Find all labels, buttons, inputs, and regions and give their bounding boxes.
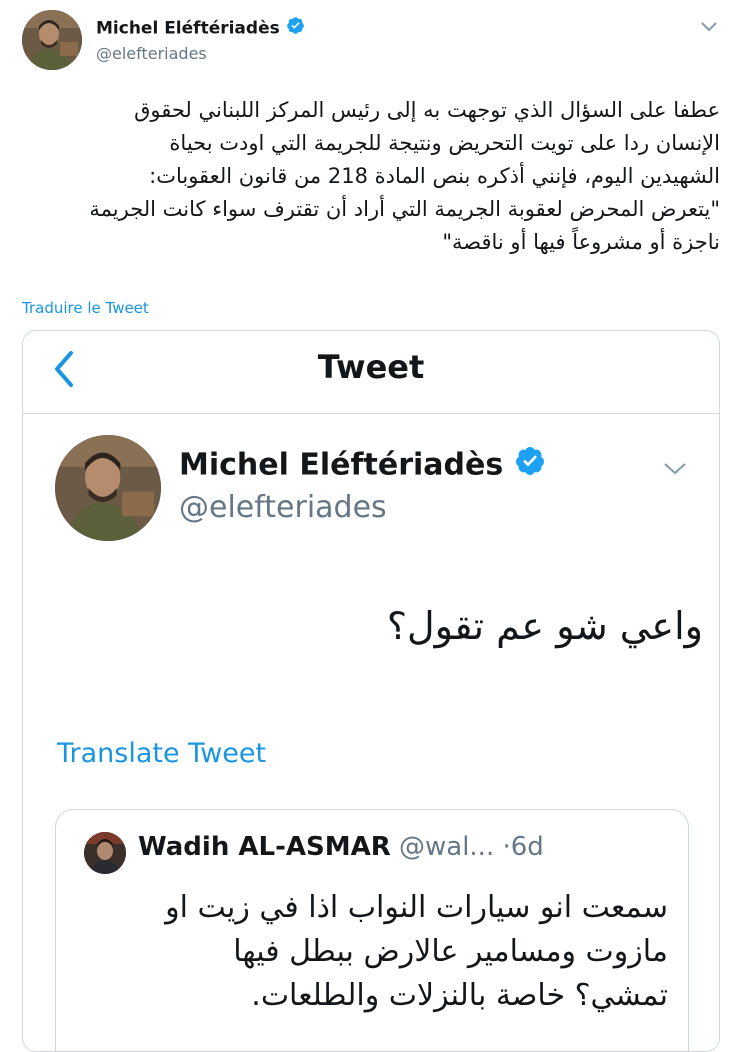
screenshot-header-title: Tweet (317, 348, 425, 386)
inner-translate-tweet-link[interactable]: Translate Tweet (57, 737, 266, 771)
tweet-body-line: عطفا على السؤال الذي توجهت به إلى رئيس ا… (134, 98, 720, 122)
tweet-body-line: ناجزة أو مشروعاً فيها أو ناقصة" (442, 230, 720, 254)
inner-tweet-body: واعي شو عم تقول؟ (386, 604, 703, 648)
screenshot-header: Tweet (23, 331, 719, 413)
tweet-body-line: "يتعرض المحرض لعقوبة الجريمة التي أراد أ… (89, 197, 720, 221)
author-name[interactable]: Michel Eléftériadès (96, 16, 305, 41)
inner-author-avatar[interactable] (55, 435, 161, 541)
tweet-body-line: الإنسان ردا على تويت التحريض ونتيجة للجر… (169, 131, 720, 155)
verified-badge-icon (514, 445, 546, 487)
author-avatar[interactable] (22, 10, 82, 70)
verified-badge-icon (286, 16, 305, 41)
author-name-text[interactable]: Michel Eléftériadès (96, 19, 280, 39)
inner-author-name-text[interactable]: Michel Eléftériadès (179, 448, 503, 483)
tweet-body: عطفا على السؤال الذي توجهت به إلى رئيس ا… (20, 94, 720, 259)
quoted-header: Wadih AL-ASMAR @wal... ·6d (138, 830, 544, 864)
chevron-down-icon[interactable] (700, 18, 720, 32)
quoted-author-avatar (84, 832, 126, 874)
quoted-body-line: سمعت انو سيارات النواب اذا في زيت او (165, 890, 668, 925)
header-divider (23, 413, 719, 414)
tweet-body-line: الشهيدين اليوم، فإنني أذكره بنص المادة 2… (149, 164, 720, 188)
attached-screenshot[interactable]: Tweet Michel Eléftériadès @elefteriades (22, 330, 720, 1052)
quoted-age: 6d (510, 832, 544, 862)
quoted-body: سمعت انو سيارات النواب اذا في زيت او ماز… (76, 886, 668, 1018)
quoted-tweet[interactable]: Wadih AL-ASMAR @wal... ·6d سمعت انو سيار… (55, 809, 689, 1051)
inner-author-handle[interactable]: @elefteriades (179, 489, 387, 527)
quoted-separator: · (502, 832, 511, 862)
inner-author-name[interactable]: Michel Eléftériadès (179, 445, 546, 487)
quoted-body-line: تمشي؟ خاصة بالنزلات والطلعات. (251, 978, 668, 1013)
author-handle[interactable]: @elefteriades (96, 44, 207, 64)
chevron-down-icon[interactable] (663, 461, 689, 477)
quoted-author-handle: @wal... (399, 832, 495, 862)
quoted-body-line: مازوت ومسامير عالارض ببطل فيها (233, 934, 668, 969)
translate-tweet-link[interactable]: Traduire le Tweet (22, 298, 149, 318)
quoted-author-name: Wadih AL-ASMAR (138, 832, 391, 862)
